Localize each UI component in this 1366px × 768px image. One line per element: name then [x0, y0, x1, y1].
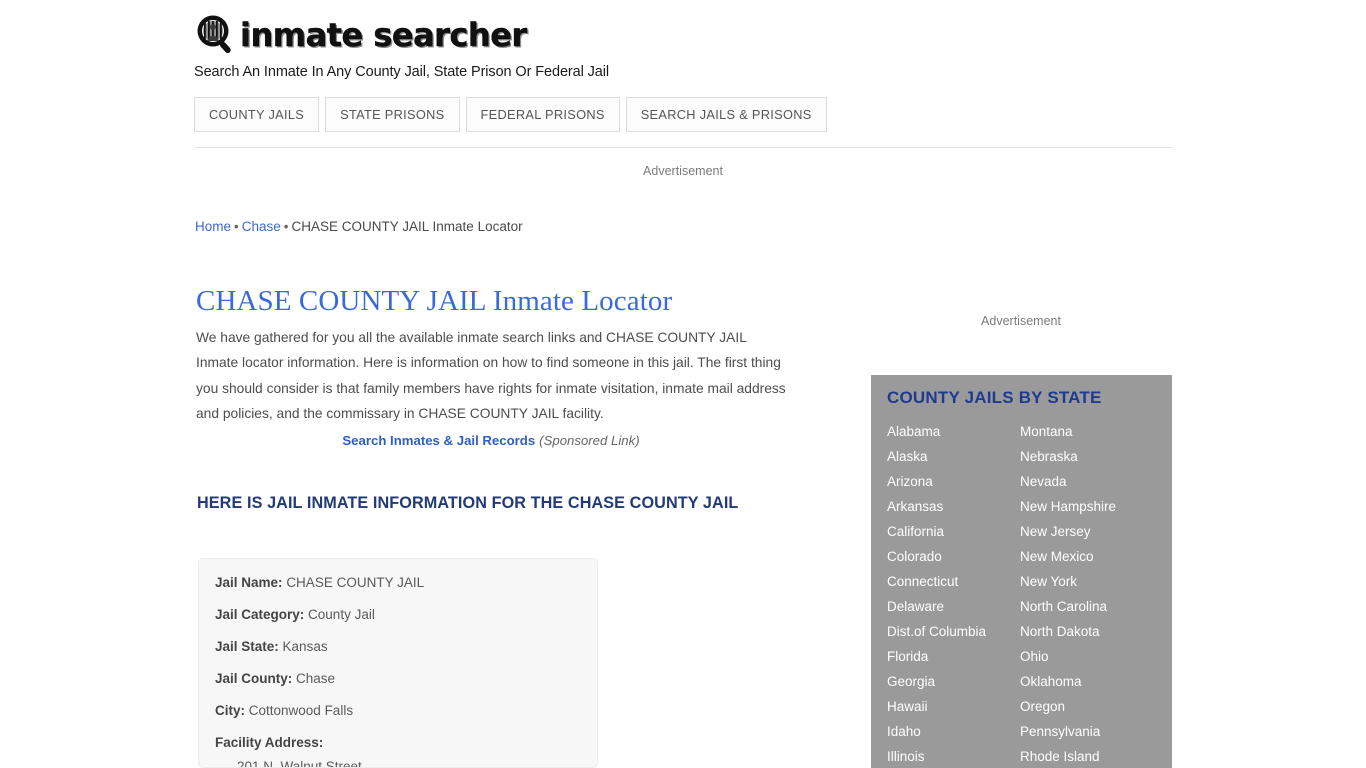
state-link-oklahoma[interactable]: Oklahoma — [1020, 669, 1153, 694]
info-label-city: City: — [215, 703, 245, 718]
site-logo-text: inmate searcher — [240, 16, 528, 54]
info-label-jail-name: Jail Name: — [215, 575, 283, 590]
breadcrumb: Home • Chase • CHASE COUNTY JAIL Inmate Loca… — [195, 219, 523, 234]
sidebar-title: COUNTY JAILS BY STATE — [887, 388, 1102, 407]
state-link-delaware[interactable]: Delaware — [887, 594, 1020, 619]
info-row-facility-address: Facility Address: — [215, 735, 597, 751]
state-link-montana[interactable]: Montana — [1020, 419, 1153, 444]
state-link-north-dakota[interactable]: North Dakota — [1020, 619, 1153, 644]
info-label-jail-state: Jail State: — [215, 639, 279, 654]
state-link-alaska[interactable]: Alaska — [887, 444, 1020, 469]
site-header: inmate searcher Search An Inmate In Any … — [194, 12, 1174, 80]
top-advertisement-label: Advertisement — [643, 164, 723, 178]
info-label-facility-address: Facility Address: — [215, 735, 324, 750]
jail-info-box: Jail Name: CHASE COUNTY JAIL Jail Catego… — [198, 558, 598, 768]
state-link-connecticut[interactable]: Connecticut — [887, 569, 1020, 594]
state-link-new-york[interactable]: New York — [1020, 569, 1153, 594]
info-value-jail-county: Chase — [296, 671, 336, 686]
state-link-pennsylvania[interactable]: Pennsylvania — [1020, 719, 1153, 744]
state-link-arizona[interactable]: Arizona — [887, 469, 1020, 494]
magnifier-jail-bars-icon — [194, 13, 238, 57]
info-value-address-line1: 201 N. Walnut Street — [237, 759, 362, 768]
state-link-georgia[interactable]: Georgia — [887, 669, 1020, 694]
breadcrumb-separator-1: • — [234, 219, 239, 234]
nav-item-federal-prisons[interactable]: FEDERAL PRISONS — [465, 97, 620, 132]
intro-paragraph: We have gathered for you all the availab… — [196, 329, 786, 422]
main-navigation: COUNTY JAILS STATE PRISONS FEDERAL PRISO… — [194, 97, 827, 132]
search-inmates-records-link[interactable]: Search Inmates & Jail Records — [342, 433, 535, 448]
info-value-jail-state: Kansas — [282, 639, 328, 654]
breadcrumb-link-home[interactable]: Home — [195, 219, 231, 234]
info-row-city: City: Cottonwood Falls — [215, 703, 597, 719]
info-value-jail-category: County Jail — [308, 607, 375, 622]
sidebar-advertisement-label: Advertisement — [981, 314, 1061, 328]
breadcrumb-current: CHASE COUNTY JAIL Inmate Locator — [291, 219, 523, 234]
site-logo[interactable]: inmate searcher — [194, 12, 1174, 58]
state-link-ohio[interactable]: Ohio — [1020, 644, 1153, 669]
info-label-jail-category: Jail Category: — [215, 607, 305, 622]
state-link-hawaii[interactable]: Hawaii — [887, 694, 1020, 719]
nav-item-state-prisons[interactable]: STATE PRISONS — [325, 97, 460, 132]
state-link-arkansas[interactable]: Arkansas — [887, 494, 1020, 519]
section-heading: HERE IS JAIL INMATE INFORMATION FOR THE … — [197, 494, 739, 513]
page-root: inmate searcher Search An Inmate In Any … — [0, 0, 1366, 768]
state-link-california[interactable]: California — [887, 519, 1020, 544]
info-row-jail-state: Jail State: Kansas — [215, 639, 597, 655]
state-link-nebraska[interactable]: Nebraska — [1020, 444, 1153, 469]
state-link-nevada[interactable]: Nevada — [1020, 469, 1153, 494]
county-jails-by-state-box: COUNTY JAILS BY STATE Alabama Montana Al… — [871, 375, 1172, 768]
info-row-jail-name: Jail Name: CHASE COUNTY JAIL — [215, 575, 597, 591]
nav-item-county-jails[interactable]: COUNTY JAILS — [194, 97, 320, 132]
state-link-new-hampshire[interactable]: New Hampshire — [1020, 494, 1153, 519]
breadcrumb-link-county[interactable]: Chase — [242, 219, 281, 234]
info-value-jail-name: CHASE COUNTY JAIL — [286, 575, 425, 590]
state-link-new-mexico[interactable]: New Mexico — [1020, 544, 1153, 569]
sponsored-link-row: Search Inmates & Jail Records (Sponsored … — [196, 433, 786, 448]
state-link-florida[interactable]: Florida — [887, 644, 1020, 669]
state-link-north-carolina[interactable]: North Carolina — [1020, 594, 1153, 619]
info-row-jail-county: Jail County: Chase — [215, 671, 597, 687]
state-link-rhode-island[interactable]: Rhode Island — [1020, 744, 1153, 768]
info-label-jail-county: Jail County: — [215, 671, 293, 686]
breadcrumb-separator-2: • — [283, 219, 289, 234]
sponsored-link-note: (Sponsored Link) — [539, 433, 640, 448]
state-link-colorado[interactable]: Colorado — [887, 544, 1020, 569]
state-link-dist-of-columbia[interactable]: Dist.of Columbia — [887, 619, 1020, 644]
state-link-oregon[interactable]: Oregon — [1020, 694, 1153, 719]
state-link-new-jersey[interactable]: New Jersey — [1020, 519, 1153, 544]
state-link-idaho[interactable]: Idaho — [887, 719, 1020, 744]
state-link-illinois[interactable]: Illinois — [887, 744, 1020, 768]
site-tagline: Search An Inmate In Any County Jail, Sta… — [194, 64, 610, 80]
header-divider — [194, 147, 1172, 148]
info-row-jail-category: Jail Category: County Jail — [215, 607, 597, 623]
jail-info-list: Jail Name: CHASE COUNTY JAIL Jail Catego… — [199, 559, 597, 768]
info-value-city: Cottonwood Falls — [248, 703, 354, 718]
state-links-grid: Alabama Montana Alaska Nebraska Arizona … — [887, 419, 1157, 768]
state-link-alabama[interactable]: Alabama — [887, 419, 1020, 444]
nav-item-search-jails-prisons[interactable]: SEARCH JAILS & PRISONS — [625, 97, 827, 132]
page-title: CHASE COUNTY JAIL Inmate Locator — [196, 285, 673, 318]
